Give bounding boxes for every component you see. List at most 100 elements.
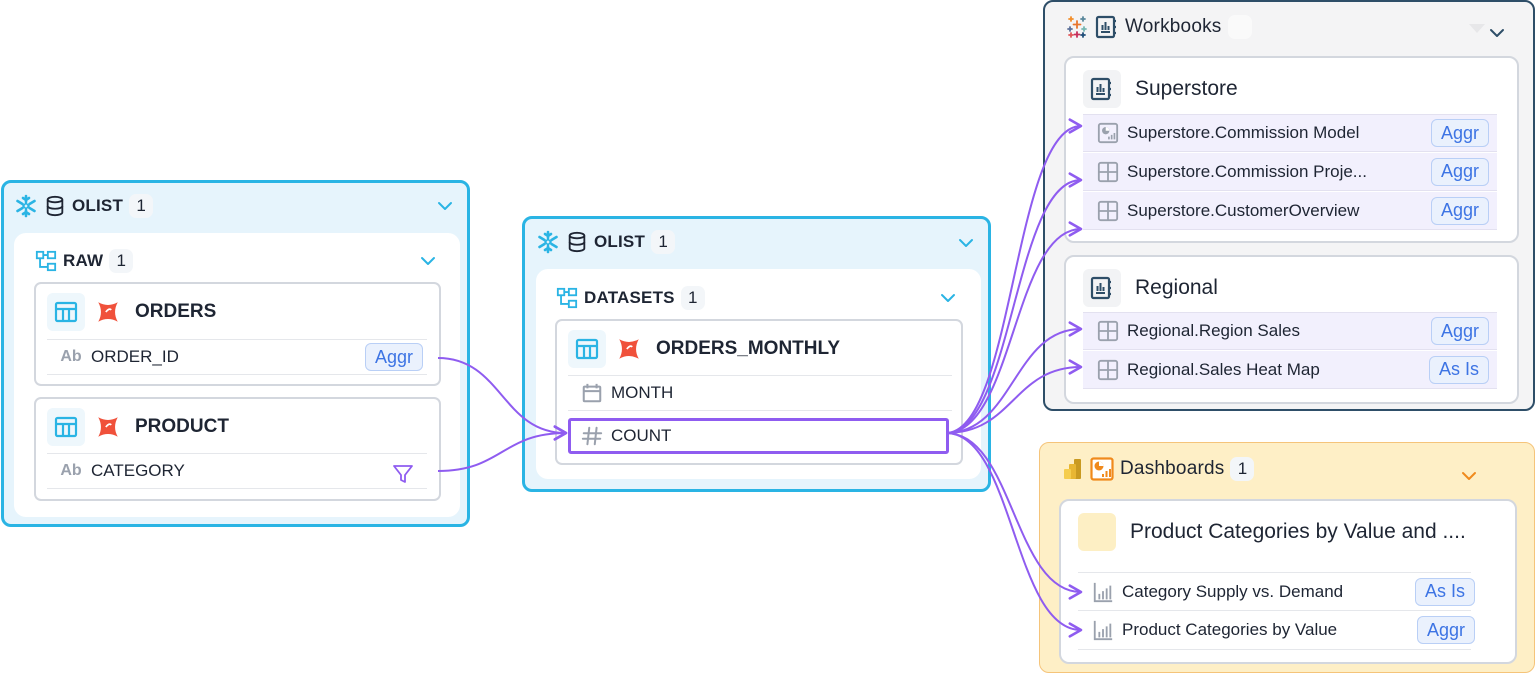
workbook-icon: [1083, 70, 1121, 108]
dashboards-group: Dashboards 1 Product Categories by Value…: [1039, 442, 1535, 673]
table-name: PRODUCT: [135, 416, 229, 437]
database-icon: [566, 230, 588, 254]
dashboard-name: Product Categories by Value and ....: [1130, 520, 1466, 543]
aggr-tag: Aggr: [1416, 616, 1475, 644]
snowflake-icon: [14, 194, 38, 218]
aggr-tag: Aggr: [1430, 157, 1489, 186]
bar-chart-icon: [1092, 581, 1114, 603]
column-row[interactable]: Ab ORDER_ID Aggr: [47, 339, 427, 375]
view-name: Superstore.CustomerOverview: [1127, 200, 1360, 220]
chevron-down-icon[interactable]: [1488, 27, 1506, 39]
schema-container: DATASETS 1 ORDERS_MONTHLY MONTH COUNT: [536, 269, 981, 479]
table-icon: [47, 408, 85, 446]
column-name: ORDER_ID: [91, 347, 179, 366]
model-group-header[interactable]: OLIST 1: [536, 230, 676, 254]
as-is-tag: As Is: [1414, 577, 1475, 606]
view-row[interactable]: Superstore.CustomerOverview Aggr: [1083, 192, 1497, 230]
chevron-down-icon[interactable]: [436, 200, 454, 212]
group-title: Dashboards: [1120, 458, 1225, 479]
text-type-icon: Ab: [60, 348, 82, 365]
column-row[interactable]: Ab CATEGORY: [47, 453, 427, 489]
dashboards-group-header[interactable]: Dashboards 1: [1060, 457, 1255, 481]
filter-icon: [391, 462, 415, 486]
chevron-down-icon[interactable]: [957, 237, 975, 249]
view-row[interactable]: Regional.Sales Heat Map As Is: [1083, 351, 1497, 389]
view-row[interactable]: Regional.Region Sales Aggr: [1083, 312, 1497, 350]
aggr-tag: Aggr: [1430, 317, 1489, 345]
column-name: COUNT: [611, 426, 672, 445]
dbt-icon: [95, 299, 121, 325]
table-name: ORDERS: [135, 301, 217, 322]
view-row[interactable]: Superstore.Commission Proje... Aggr: [1083, 153, 1497, 191]
count-badge: 1: [129, 194, 154, 218]
workbook-card-superstore[interactable]: Superstore Superstore.Commission Model A…: [1064, 56, 1519, 243]
workbook-card-regional[interactable]: Regional Regional.Region Sales Aggr Regi…: [1064, 255, 1519, 404]
chevron-down-icon[interactable]: [419, 255, 437, 267]
schema-header[interactable]: DATASETS 1: [556, 286, 705, 310]
view-name: Superstore.Commission Model: [1127, 123, 1360, 142]
count-badge: 1: [680, 286, 705, 310]
visual-name: Category Supply vs. Demand: [1122, 581, 1344, 601]
aggr-tag: Aggr: [364, 343, 423, 371]
sheet-icon: [1097, 200, 1119, 222]
number-type-icon: [581, 425, 603, 447]
source-database-group: OLIST 1 RAW 1 ORDERS Ab ORDER_ID Aggr PR…: [1, 180, 470, 527]
tableau-icon: [1065, 15, 1089, 39]
chevron-down-icon[interactable]: [1460, 470, 1478, 482]
workbook-icon: [1083, 269, 1121, 307]
sheet-icon: [1097, 359, 1119, 381]
sort-indicator: [1469, 24, 1485, 33]
snowflake-icon: [536, 230, 560, 254]
aggr-tag: Aggr: [1430, 196, 1489, 225]
column-row[interactable]: MONTH: [568, 375, 952, 411]
dbt-icon: [616, 336, 642, 362]
text-type-icon: Ab: [60, 462, 82, 479]
workbook-icon: [1095, 15, 1119, 39]
column-name: CATEGORY: [91, 461, 185, 480]
aggr-tag: Aggr: [1430, 119, 1489, 147]
database-icon: [44, 194, 66, 218]
table-name: ORDERS_MONTHLY: [656, 338, 841, 359]
source-group-header[interactable]: OLIST 1: [14, 194, 154, 218]
database-name: OLIST: [594, 232, 646, 251]
column-row-selected[interactable]: COUNT: [568, 418, 949, 454]
view-name: Superstore.Commission Proje...: [1127, 161, 1367, 181]
schema-header[interactable]: RAW 1: [35, 249, 134, 273]
sheet-icon: [1097, 320, 1119, 342]
workbook-name: Superstore: [1135, 77, 1238, 100]
database-name: OLIST: [72, 196, 124, 215]
table-card-product[interactable]: PRODUCT Ab CATEGORY: [34, 397, 441, 501]
count-badge: 1: [1230, 457, 1255, 481]
count-badge: 1: [651, 230, 676, 254]
visual-row[interactable]: Product Categories by Value Aggr: [1078, 611, 1475, 650]
visual-row[interactable]: Category Supply vs. Demand As Is: [1078, 572, 1475, 611]
schema-container: RAW 1 ORDERS Ab ORDER_ID Aggr PRODUCT Ab…: [14, 233, 460, 517]
table-icon: [568, 330, 606, 368]
schema-icon: [556, 287, 578, 309]
table-card-orders-monthly[interactable]: ORDERS_MONTHLY MONTH COUNT: [555, 319, 963, 465]
view-name: Regional.Region Sales: [1127, 321, 1300, 340]
view-row[interactable]: Superstore.Commission Model Aggr: [1083, 114, 1497, 152]
dashboard-thumbnail: [1078, 513, 1116, 551]
sheet-icon: [1097, 161, 1119, 183]
visual-name: Product Categories by Value: [1122, 620, 1338, 639]
group-title: Workbooks: [1125, 16, 1222, 37]
dashboard-card[interactable]: Product Categories by Value and .... Cat…: [1059, 499, 1517, 664]
workbook-name: Regional: [1135, 276, 1218, 299]
column-name: MONTH: [611, 383, 674, 402]
dashboard-icon: [1097, 122, 1119, 144]
view-name: Regional.Sales Heat Map: [1127, 359, 1320, 379]
workbooks-group-header[interactable]: Workbooks: [1065, 15, 1252, 39]
table-icon: [47, 293, 85, 331]
schema-name: RAW: [63, 251, 104, 270]
table-card-orders[interactable]: ORDERS Ab ORDER_ID Aggr: [34, 282, 441, 386]
powerbi-icon: [1060, 457, 1084, 481]
schema-icon: [35, 250, 57, 272]
count-badge: [1227, 15, 1252, 39]
as-is-tag: As Is: [1428, 355, 1489, 384]
dbt-icon: [95, 414, 121, 440]
model-database-group: OLIST 1 DATASETS 1 ORDERS_MONTHLY MONTH …: [522, 216, 991, 492]
calendar-icon: [581, 382, 603, 404]
chevron-down-icon[interactable]: [939, 292, 957, 304]
count-badge: 1: [109, 249, 134, 273]
